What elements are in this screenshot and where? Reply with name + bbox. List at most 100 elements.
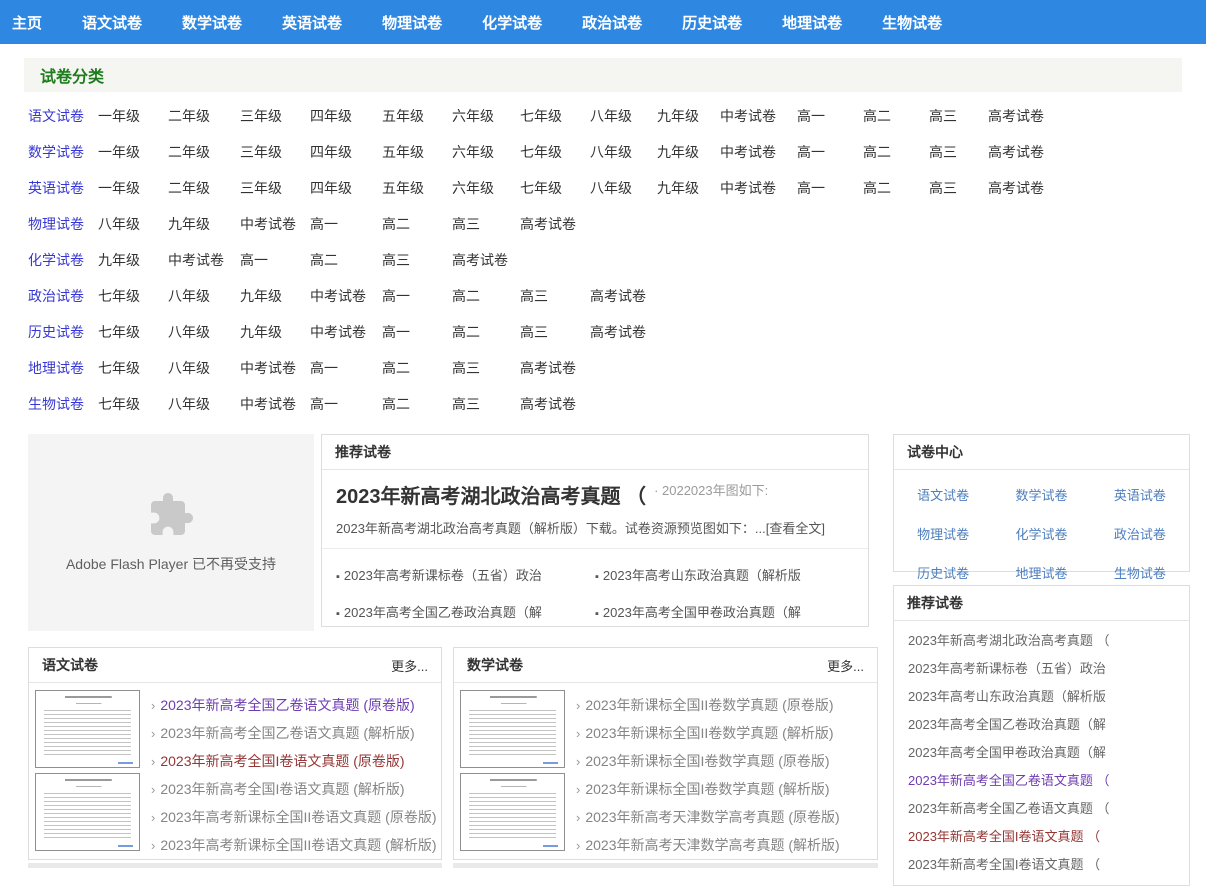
paper-link[interactable]: ›2023年新高考天津数学高考真题 (原卷版)	[576, 803, 871, 831]
grade-link[interactable]: 高三	[929, 144, 957, 160]
recommend-side-link[interactable]: 2023年高考山东政治真题（解析版	[894, 683, 1189, 711]
grade-link[interactable]: 高二	[863, 108, 891, 124]
grade-link[interactable]: 二年级	[168, 108, 210, 124]
paper-center-link[interactable]: 数学试卷	[992, 475, 1090, 514]
grade-link[interactable]: 七年级	[98, 360, 140, 376]
paper-center-link[interactable]: 语文试卷	[894, 475, 992, 514]
grade-link[interactable]: 高二	[452, 324, 480, 340]
grade-link[interactable]: 七年级	[520, 180, 562, 196]
paper-link[interactable]: ›2023年高考新课标全国II卷语文真题 (解析版)	[151, 831, 436, 859]
grade-link[interactable]: 一年级	[98, 180, 140, 196]
paper-link[interactable]: ›2023年新课标全国I卷数学真题 (原卷版)	[576, 747, 871, 775]
paper-link[interactable]: ›2023年新课标全国II卷数学真题 (原卷版)	[576, 691, 871, 719]
grade-link[interactable]: 八年级	[168, 324, 210, 340]
paper-link[interactable]: ›2023年新课标全国II卷数学真题 (解析版)	[576, 719, 871, 747]
grade-link[interactable]: 高一	[797, 108, 825, 124]
grade-link[interactable]: 高二	[310, 252, 338, 268]
grade-link[interactable]: 高三	[520, 324, 548, 340]
subject-link[interactable]: 地理试卷	[28, 360, 84, 376]
nav-item[interactable]: 英语试卷	[262, 12, 362, 33]
recommend-link[interactable]: ▪2023年高考山东政治真题（解析版	[595, 556, 854, 593]
recommend-side-link[interactable]: 2023年新高考湖北政治高考真题 （	[894, 627, 1189, 655]
nav-item[interactable]: 数学试卷	[162, 12, 262, 33]
featured-paper-title[interactable]: 2023年新高考湖北政治高考真题 （	[336, 486, 646, 508]
grade-link[interactable]: 高考试卷	[520, 360, 576, 376]
recommend-side-link[interactable]: 2023年高考新课标卷（五省）政治	[894, 655, 1189, 683]
grade-link[interactable]: 三年级	[240, 180, 282, 196]
nav-item[interactable]: 物理试卷	[362, 12, 462, 33]
nav-item[interactable]: 生物试卷	[862, 12, 962, 33]
paper-center-link[interactable]: 英语试卷	[1091, 475, 1189, 514]
grade-link[interactable]: 一年级	[98, 108, 140, 124]
grade-link[interactable]: 高考试卷	[988, 180, 1044, 196]
grade-link[interactable]: 中考试卷	[310, 324, 366, 340]
paper-thumbnail[interactable]	[35, 690, 140, 768]
paper-link[interactable]: ›2023年高考新课标全国II卷语文真题 (原卷版)	[151, 803, 436, 831]
recommend-link[interactable]: ▪2023年高考全国甲卷政治真题（解	[595, 593, 854, 630]
grade-link[interactable]: 九年级	[657, 108, 699, 124]
recommend-side-link[interactable]: 2023年高考全国甲卷政治真题（解	[894, 739, 1189, 767]
grade-link[interactable]: 高考试卷	[590, 324, 646, 340]
grade-link[interactable]: 高三	[452, 360, 480, 376]
paper-link[interactable]: ›2023年新课标全国I卷数学真题 (解析版)	[576, 775, 871, 803]
grade-link[interactable]: 高考试卷	[520, 396, 576, 412]
paper-thumbnail[interactable]	[35, 773, 140, 851]
grade-link[interactable]: 八年级	[590, 144, 632, 160]
grade-link[interactable]: 二年级	[168, 144, 210, 160]
paper-center-link[interactable]: 历史试卷	[894, 553, 992, 592]
grade-link[interactable]: 高三	[929, 108, 957, 124]
grade-link[interactable]: 五年级	[382, 180, 424, 196]
subject-link[interactable]: 物理试卷	[28, 216, 84, 232]
recommend-side-link[interactable]: 2023年新高考全国乙卷语文真题 （	[894, 795, 1189, 823]
grade-link[interactable]: 八年级	[168, 360, 210, 376]
grade-link[interactable]: 九年级	[657, 180, 699, 196]
grade-link[interactable]: 八年级	[590, 108, 632, 124]
grade-link[interactable]: 七年级	[520, 108, 562, 124]
grade-link[interactable]: 高二	[863, 144, 891, 160]
grade-link[interactable]: 四年级	[310, 180, 352, 196]
math-more-link[interactable]: 更多...	[827, 656, 864, 675]
grade-link[interactable]: 高一	[310, 360, 338, 376]
grade-link[interactable]: 九年级	[98, 252, 140, 268]
grade-link[interactable]: 中考试卷	[240, 396, 296, 412]
chinese-more-link[interactable]: 更多...	[391, 656, 428, 675]
grade-link[interactable]: 高二	[382, 360, 410, 376]
subject-link[interactable]: 语文试卷	[28, 108, 84, 124]
grade-link[interactable]: 一年级	[98, 144, 140, 160]
paper-thumbnail[interactable]	[460, 773, 565, 851]
grade-link[interactable]: 高三	[452, 216, 480, 232]
grade-link[interactable]: 中考试卷	[240, 360, 296, 376]
grade-link[interactable]: 四年级	[310, 144, 352, 160]
recommend-side-link[interactable]: 2023年新高考全国乙卷语文真题 （	[894, 767, 1189, 795]
grade-link[interactable]: 九年级	[168, 216, 210, 232]
subject-link[interactable]: 数学试卷	[28, 144, 84, 160]
nav-item[interactable]: 历史试卷	[662, 12, 762, 33]
grade-link[interactable]: 高一	[382, 324, 410, 340]
grade-link[interactable]: 高二	[382, 396, 410, 412]
grade-link[interactable]: 高三	[452, 396, 480, 412]
grade-link[interactable]: 高一	[797, 180, 825, 196]
paper-link[interactable]: ›2023年新高考天津数学高考真题 (解析版)	[576, 831, 871, 859]
grade-link[interactable]: 高考试卷	[590, 288, 646, 304]
nav-item[interactable]: 化学试卷	[462, 12, 562, 33]
recommend-link[interactable]: ▪2023年高考全国乙卷政治真题（解	[336, 593, 595, 630]
grade-link[interactable]: 七年级	[520, 144, 562, 160]
grade-link[interactable]: 高一	[240, 252, 268, 268]
recommend-side-link[interactable]: 2023年高考全国乙卷政治真题（解	[894, 711, 1189, 739]
recommend-link[interactable]: ▪2023年高考新课标卷（五省）政治	[336, 556, 595, 593]
grade-link[interactable]: 七年级	[98, 396, 140, 412]
subject-link[interactable]: 生物试卷	[28, 396, 84, 412]
paper-center-link[interactable]: 化学试卷	[992, 514, 1090, 553]
nav-item[interactable]: 主页	[0, 12, 62, 33]
grade-link[interactable]: 高二	[452, 288, 480, 304]
subject-link[interactable]: 历史试卷	[28, 324, 84, 340]
grade-link[interactable]: 高三	[520, 288, 548, 304]
grade-link[interactable]: 高三	[929, 180, 957, 196]
grade-link[interactable]: 七年级	[98, 288, 140, 304]
grade-link[interactable]: 高一	[797, 144, 825, 160]
grade-link[interactable]: 中考试卷	[240, 216, 296, 232]
grade-link[interactable]: 高考试卷	[452, 252, 508, 268]
subject-link[interactable]: 政治试卷	[28, 288, 84, 304]
grade-link[interactable]: 九年级	[240, 288, 282, 304]
paper-thumbnail[interactable]	[460, 690, 565, 768]
